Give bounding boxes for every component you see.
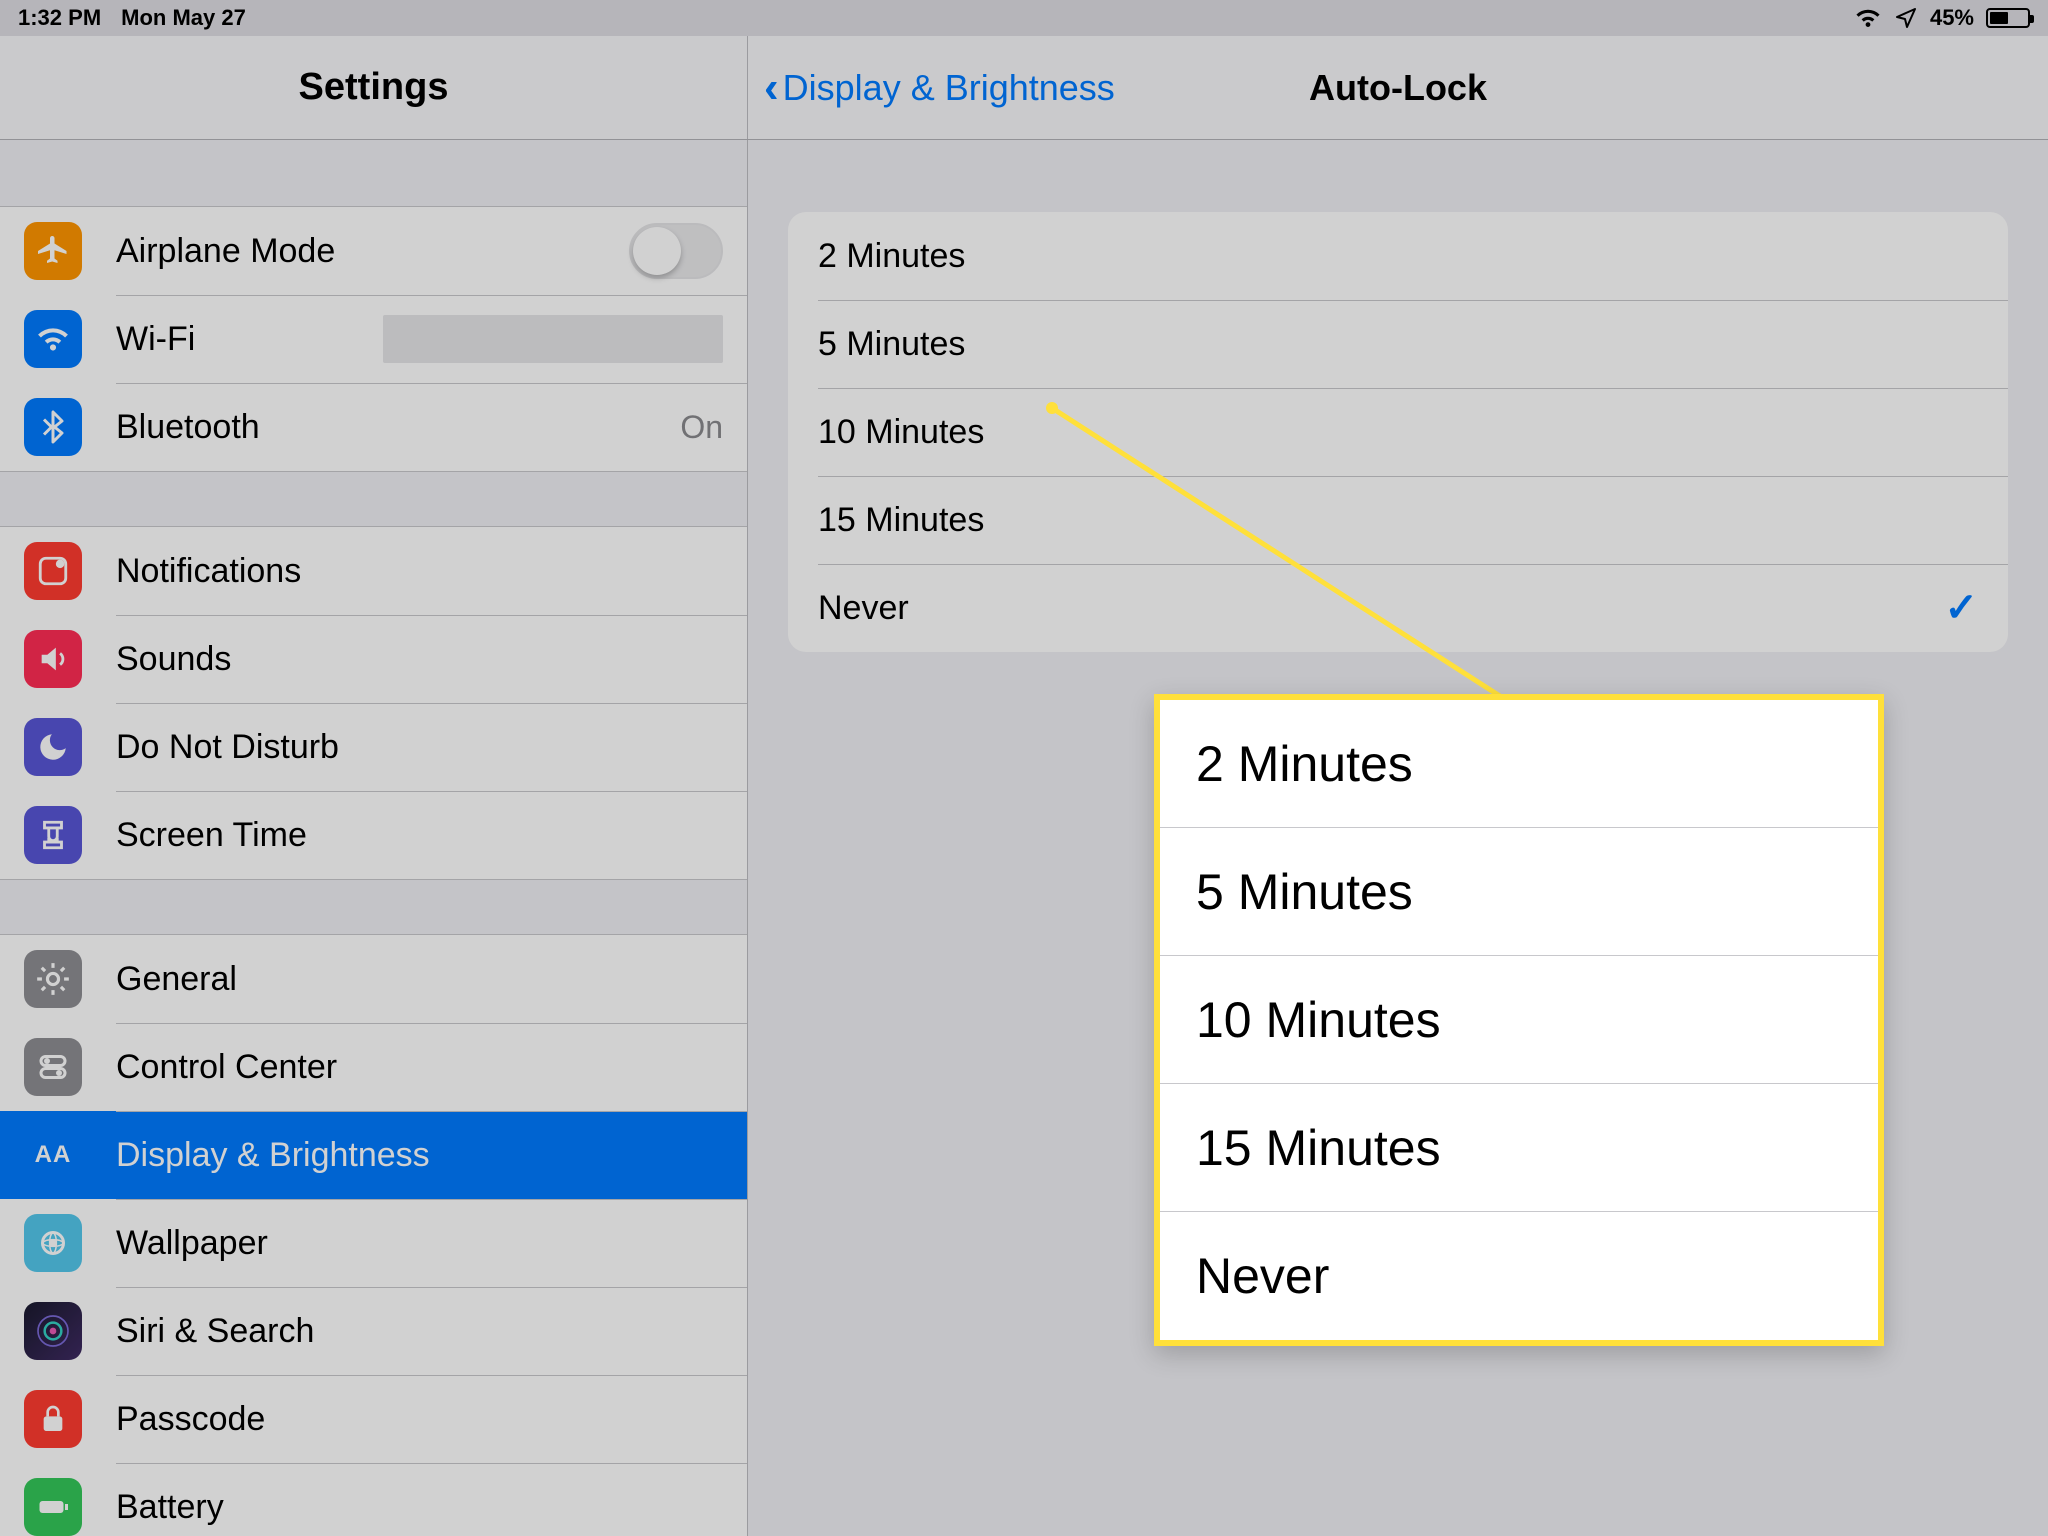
callout-item: 10 Minutes	[1160, 956, 1878, 1084]
autolock-option-5-minutes[interactable]: 5 Minutes	[788, 300, 2008, 388]
sidebar-item-wallpaper[interactable]: Wallpaper	[0, 1199, 747, 1287]
nav-left: Settings	[0, 36, 748, 139]
wifi-settings-icon	[24, 310, 82, 368]
option-label: Never	[818, 589, 909, 628]
status-time: 1:32 PM	[18, 5, 101, 31]
sidebar-item-label: General	[116, 960, 237, 999]
sidebar-item-control-center[interactable]: Control Center	[0, 1023, 747, 1111]
autolock-option-never[interactable]: Never ✓	[788, 564, 2008, 652]
sidebar-item-label: Siri & Search	[116, 1312, 314, 1351]
airplane-toggle[interactable]	[629, 223, 723, 279]
battery-settings-icon	[24, 1478, 82, 1536]
sidebar-item-label: Battery	[116, 1488, 224, 1527]
sidebar-item-label: Sounds	[116, 640, 231, 679]
sidebar-item-label: Screen Time	[116, 816, 307, 855]
sidebar-item-battery[interactable]: Battery	[0, 1463, 747, 1536]
sidebar-item-label: Passcode	[116, 1400, 265, 1439]
display-icon: AA	[24, 1126, 82, 1184]
back-label: Display & Brightness	[783, 67, 1115, 109]
gear-icon	[24, 950, 82, 1008]
dnd-icon	[24, 718, 82, 776]
option-label: 5 Minutes	[818, 325, 965, 364]
chevron-left-icon: ‹	[764, 66, 779, 110]
sidebar-item-label: Wallpaper	[116, 1224, 268, 1263]
sidebar-item-label: Do Not Disturb	[116, 728, 339, 767]
screen: 1:32 PM Mon May 27 45% Settings ‹ Displa…	[0, 0, 2048, 1536]
callout-item: 5 Minutes	[1160, 828, 1878, 956]
autolock-option-15-minutes[interactable]: 15 Minutes	[788, 476, 2008, 564]
option-label: 2 Minutes	[818, 237, 965, 276]
settings-sidebar[interactable]: Airplane Mode Wi-Fi Bluetooth On	[0, 140, 748, 1536]
nav-right: ‹ Display & Brightness Auto-Lock	[748, 36, 2048, 139]
sidebar-group-connectivity: Airplane Mode Wi-Fi Bluetooth On	[0, 206, 747, 472]
status-bar: 1:32 PM Mon May 27 45%	[0, 0, 2048, 36]
wallpaper-icon	[24, 1214, 82, 1272]
checkmark-icon: ✓	[1944, 585, 1978, 631]
sidebar-item-display-brightness[interactable]: AA Display & Brightness	[0, 1111, 747, 1199]
callout-box: 2 Minutes 5 Minutes 10 Minutes 15 Minute…	[1154, 694, 1884, 1346]
control-center-icon	[24, 1038, 82, 1096]
option-label: 10 Minutes	[818, 413, 984, 452]
callout-item: 15 Minutes	[1160, 1084, 1878, 1212]
sidebar-item-airplane-mode[interactable]: Airplane Mode	[0, 207, 747, 295]
back-button[interactable]: ‹ Display & Brightness	[764, 36, 1115, 139]
sidebar-item-label: Control Center	[116, 1048, 337, 1087]
settings-title: Settings	[299, 66, 449, 109]
sidebar-item-label: Wi-Fi	[116, 320, 195, 359]
battery-icon	[1986, 8, 2030, 28]
option-label: 15 Minutes	[818, 501, 984, 540]
sidebar-item-sounds[interactable]: Sounds	[0, 615, 747, 703]
sidebar-item-do-not-disturb[interactable]: Do Not Disturb	[0, 703, 747, 791]
lock-icon	[24, 1390, 82, 1448]
status-left: 1:32 PM Mon May 27	[18, 5, 246, 31]
autolock-option-2-minutes[interactable]: 2 Minutes	[788, 212, 2008, 300]
sidebar-item-wifi[interactable]: Wi-Fi	[0, 295, 747, 383]
wifi-name-redacted	[383, 315, 723, 363]
location-icon	[1894, 6, 1918, 30]
sidebar-item-label: Bluetooth	[116, 408, 260, 447]
sidebar-item-notifications[interactable]: Notifications	[0, 527, 747, 615]
sidebar-item-screen-time[interactable]: Screen Time	[0, 791, 747, 879]
sidebar-item-siri-search[interactable]: Siri & Search	[0, 1287, 747, 1375]
sidebar-group-alerts: Notifications Sounds Do Not Disturb Scre…	[0, 526, 747, 880]
notifications-icon	[24, 542, 82, 600]
sounds-icon	[24, 630, 82, 688]
sidebar-item-passcode[interactable]: Passcode	[0, 1375, 747, 1463]
status-right: 45%	[1854, 5, 2030, 31]
nav-bar: Settings ‹ Display & Brightness Auto-Loc…	[0, 36, 2048, 140]
sidebar-item-bluetooth[interactable]: Bluetooth On	[0, 383, 747, 471]
screentime-icon	[24, 806, 82, 864]
sidebar-item-label: Airplane Mode	[116, 232, 335, 271]
siri-icon	[24, 1302, 82, 1360]
callout-item: Never	[1160, 1212, 1878, 1340]
wifi-icon	[1854, 7, 1882, 29]
callout-item: 2 Minutes	[1160, 700, 1878, 828]
autolock-options: 2 Minutes 5 Minutes 10 Minutes 15 Minute…	[788, 212, 2008, 652]
battery-percent: 45%	[1930, 5, 1974, 31]
bluetooth-value: On	[680, 409, 723, 446]
sidebar-item-general[interactable]: General	[0, 935, 747, 1023]
autolock-option-10-minutes[interactable]: 10 Minutes	[788, 388, 2008, 476]
status-date: Mon May 27	[121, 5, 246, 31]
sidebar-item-label: Notifications	[116, 552, 301, 591]
airplane-icon	[24, 222, 82, 280]
sidebar-group-general: General Control Center AA Display & Brig…	[0, 934, 747, 1536]
bluetooth-icon	[24, 398, 82, 456]
sidebar-item-label: Display & Brightness	[116, 1136, 430, 1175]
